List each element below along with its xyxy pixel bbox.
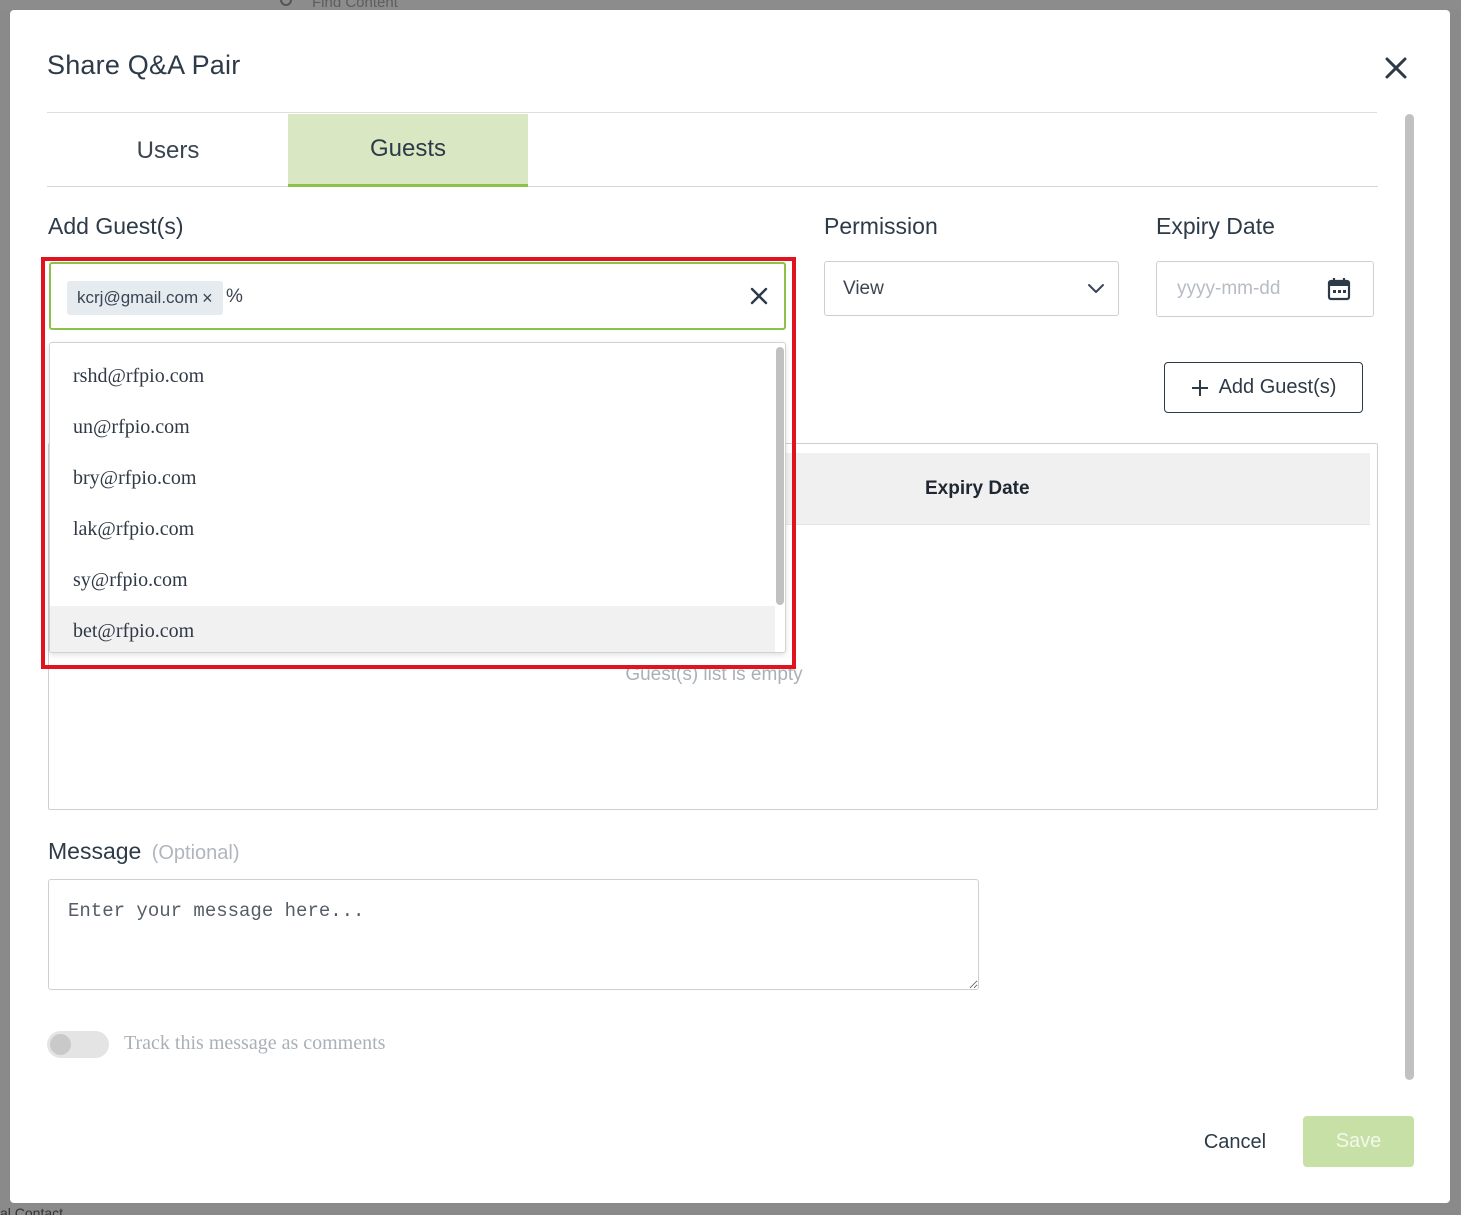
cancel-button[interactable]: Cancel [1185,1120,1285,1164]
message-label: Message (Optional) [48,838,240,865]
permission-selected-value: View [843,277,884,299]
backdrop-bottom-text: al Contact [0,1205,64,1215]
suggestion-item[interactable]: bry@rfpio.com [50,453,775,504]
typed-query: % [226,286,243,307]
calendar-icon[interactable] [1326,276,1352,302]
toggle-knob [50,1034,71,1055]
close-button[interactable] [1380,52,1412,84]
message-textarea[interactable] [48,879,979,990]
tab-bar: Users Guests [47,114,1378,187]
suggestion-item[interactable]: lak@rfpio.com [50,504,775,555]
permission-select[interactable]: View [824,261,1119,316]
add-guests-button-label: Add Guest(s) [1218,376,1337,398]
save-button[interactable]: Save [1303,1116,1414,1167]
tab-guests[interactable]: Guests [288,114,528,187]
expiry-date-input[interactable]: yyyy-mm-dd [1156,261,1374,317]
email-suggestions-dropdown: rshd@rfpio.com un@rfpio.com bry@rfpio.co… [49,342,786,653]
guest-email-input[interactable]: kcrj@gmail.com × % [49,262,786,330]
expiry-date-placeholder: yyyy-mm-dd [1177,278,1281,299]
suggestion-item[interactable]: rshd@rfpio.com [50,351,775,402]
permission-label: Permission [824,213,938,239]
dropdown-scrollbar[interactable] [776,347,784,605]
header-divider [47,112,1377,113]
tab-users[interactable]: Users [48,114,288,187]
clear-icon [750,287,768,305]
add-guests-button[interactable]: Add Guest(s) [1164,362,1363,413]
email-chip-label: kcrj@gmail.com [77,288,199,307]
plus-icon [1191,379,1208,396]
expiry-date-label: Expiry Date [1156,213,1275,239]
empty-state-text: Guest(s) list is empty [625,664,803,685]
modal-scrollbar[interactable] [1405,114,1414,1080]
clear-input-button[interactable] [745,282,773,310]
message-optional-hint: (Optional) [151,842,240,864]
add-guests-label: Add Guest(s) [48,213,184,239]
chip-remove-icon[interactable]: × [202,289,213,307]
modal-title: Share Q&A Pair [47,50,241,80]
share-modal: Share Q&A Pair Users Guests Add Guest(s)… [10,10,1450,1203]
chevron-down-icon [1088,284,1104,293]
column-header-expiry-date: Expiry Date [925,478,1030,499]
track-comments-label: Track this message as comments [124,1032,386,1054]
suggestion-item[interactable]: sy@rfpio.com [50,555,775,606]
message-label-text: Message [48,838,142,864]
track-comments-toggle[interactable] [47,1031,109,1058]
suggestion-item[interactable]: bet@rfpio.com [50,606,775,652]
suggestion-item[interactable]: un@rfpio.com [50,402,775,453]
email-chip: kcrj@gmail.com × [67,281,223,315]
close-icon [1385,57,1407,79]
backdrop [0,0,1461,10]
